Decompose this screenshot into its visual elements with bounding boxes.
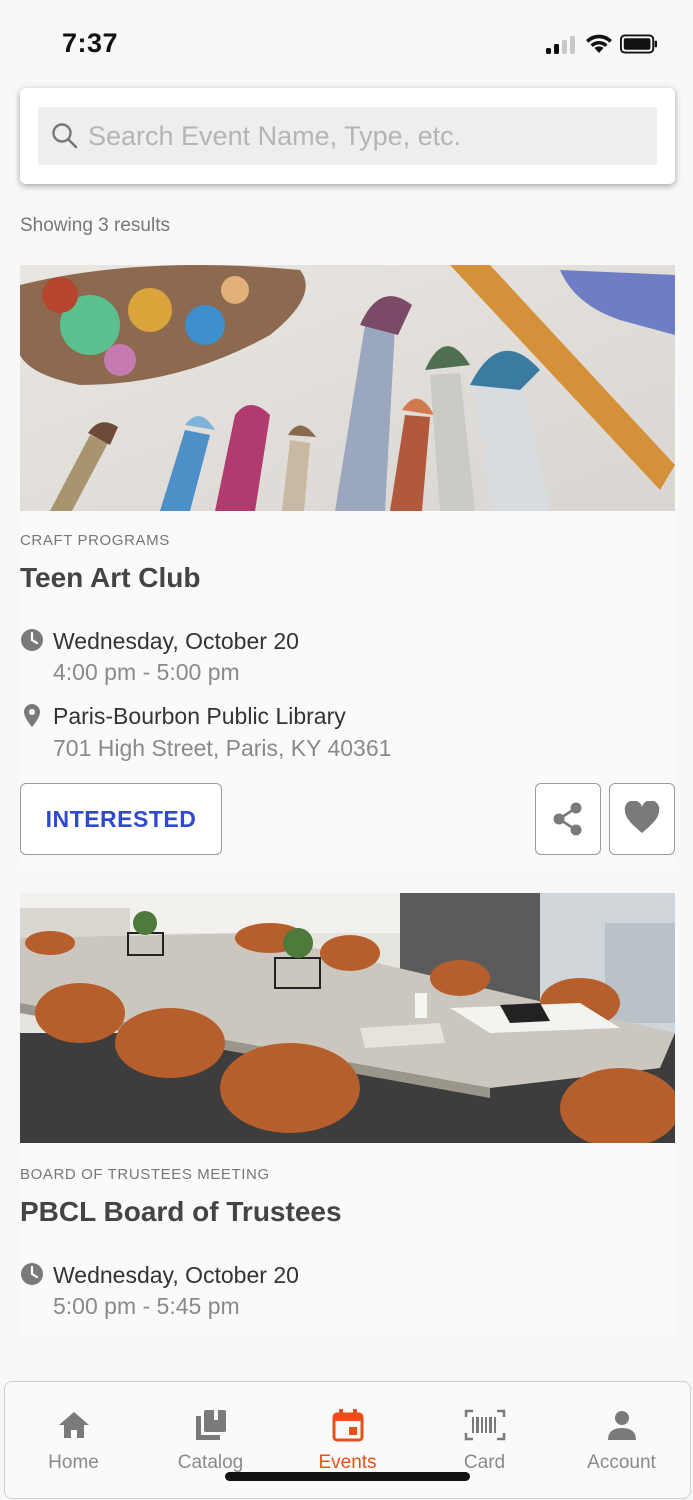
- event-type: BOARD OF TRUSTEES MEETING: [20, 1166, 270, 1183]
- home-icon: [58, 1412, 89, 1438]
- event-date: Wednesday, October 20: [53, 628, 299, 654]
- event-location-name: Paris-Bourbon Public Library: [53, 703, 346, 729]
- event-card[interactable]: CRAFT PROGRAMS Teen Art Club Wednesday, …: [20, 265, 675, 865]
- home-indicator: [225, 1472, 470, 1481]
- interested-button[interactable]: INTERESTED: [20, 783, 222, 855]
- nav-label: Catalog: [177, 1452, 244, 1473]
- cellular-signal-icon: [546, 36, 578, 54]
- paintbrushes-image: [20, 265, 675, 511]
- search-box[interactable]: [38, 107, 657, 165]
- conference-room-image: [20, 893, 675, 1143]
- event-title[interactable]: Teen Art Club: [20, 562, 200, 594]
- search-card: [20, 88, 675, 184]
- wifi-icon: [586, 34, 612, 53]
- event-title[interactable]: PBCL Board of Trustees: [20, 1196, 342, 1228]
- catalog-icon: [195, 1410, 226, 1440]
- nav-label: Events: [318, 1452, 377, 1473]
- event-image-paintbrushes[interactable]: [20, 265, 675, 511]
- heart-icon: [624, 801, 660, 833]
- status-time: 7:37: [62, 28, 119, 58]
- nav-label: Card: [463, 1452, 506, 1473]
- battery-icon: [620, 34, 658, 54]
- event-time: 4:00 pm - 5:00 pm: [53, 659, 240, 685]
- events-calendar-icon: [332, 1409, 363, 1442]
- location-pin-icon: [24, 704, 40, 727]
- share-button[interactable]: [535, 783, 601, 855]
- results-count: Showing 3 results: [20, 215, 170, 236]
- search-input[interactable]: [88, 107, 648, 165]
- share-icon: [553, 802, 582, 836]
- nav-label: Home: [48, 1452, 99, 1473]
- account-person-icon: [607, 1411, 636, 1440]
- event-date: Wednesday, October 20: [53, 1262, 299, 1288]
- status-bar: 7:37: [0, 0, 693, 80]
- nav-item-account[interactable]: Account: [553, 1382, 690, 1498]
- search-icon: [52, 123, 78, 149]
- event-card[interactable]: BOARD OF TRUSTEES MEETING PBCL Board of …: [20, 893, 675, 1336]
- favorite-button[interactable]: [609, 783, 675, 855]
- nav-label: Account: [587, 1452, 656, 1473]
- event-image-conference-room[interactable]: [20, 893, 675, 1143]
- event-time: 5:00 pm - 5:45 pm: [53, 1293, 240, 1319]
- clock-icon: [21, 1263, 43, 1285]
- bottom-navigation: Home Catalog Events Card Account: [4, 1381, 691, 1499]
- event-type: CRAFT PROGRAMS: [20, 532, 170, 549]
- clock-icon: [21, 629, 43, 651]
- nav-item-home[interactable]: Home: [5, 1382, 142, 1498]
- event-location-address: 701 High Street, Paris, KY 40361: [53, 735, 392, 761]
- barcode-card-icon: [464, 1409, 505, 1441]
